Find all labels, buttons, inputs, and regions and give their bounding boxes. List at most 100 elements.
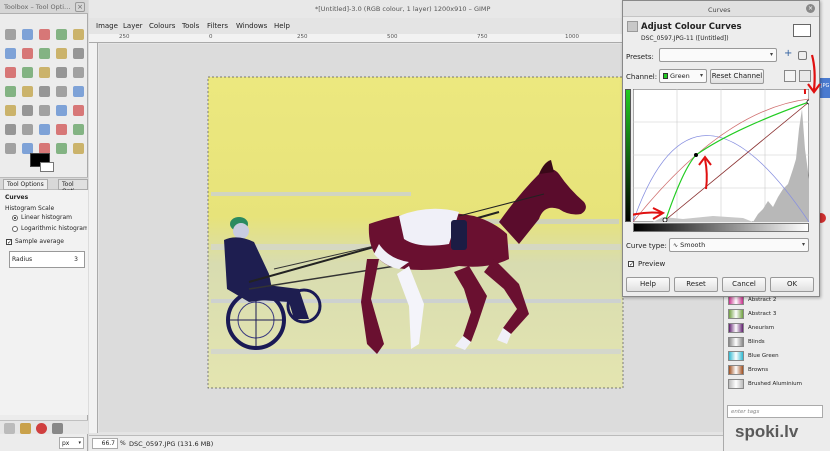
- radius-spinner[interactable]: Radius 3: [9, 251, 85, 268]
- gradient-name: Brushed Aluminium: [748, 381, 803, 387]
- heal-icon[interactable]: [73, 124, 84, 135]
- measure-icon[interactable]: [5, 67, 16, 78]
- ruler-label: 250: [119, 34, 130, 40]
- presets-label: Presets:: [626, 53, 654, 61]
- lasso-icon[interactable]: [39, 29, 50, 40]
- sample-average-checkbox[interactable]: ✓: [6, 239, 12, 246]
- paths-icon[interactable]: [39, 48, 50, 59]
- crop-icon[interactable]: [56, 67, 67, 78]
- log-histogram-radio[interactable]: [12, 226, 18, 232]
- chevron-down-icon: ▾: [801, 241, 805, 248]
- move-icon[interactable]: [22, 67, 33, 78]
- list-item[interactable]: Blinds: [727, 336, 826, 349]
- add-preset-icon[interactable]: +: [784, 48, 792, 59]
- save-options-icon[interactable]: [4, 423, 15, 434]
- channel-label: Channel:: [626, 73, 658, 81]
- align-icon[interactable]: [39, 67, 50, 78]
- curve-graph[interactable]: [624, 58, 812, 223]
- restore-options-icon[interactable]: [20, 423, 31, 434]
- zoom-icon[interactable]: [73, 48, 84, 59]
- eraser-icon[interactable]: [5, 124, 16, 135]
- cage-icon[interactable]: [73, 86, 84, 97]
- channel-combo[interactable]: Green ▾: [659, 69, 707, 83]
- linear-histogram-label: Linear histogram: [21, 214, 72, 221]
- perspective-icon[interactable]: [39, 86, 50, 97]
- tab-tool-options-2[interactable]: Tool Opti…: [58, 179, 88, 195]
- ellipse-select-icon[interactable]: [22, 29, 33, 40]
- color-picker-icon[interactable]: [56, 48, 67, 59]
- dialog-heading: Adjust Colour Curves: [641, 22, 742, 32]
- flip-icon[interactable]: [56, 86, 67, 97]
- gradient-swatch: [728, 351, 744, 361]
- gradient-swatch: [728, 309, 744, 319]
- clone-icon[interactable]: [56, 124, 67, 135]
- scale-icon[interactable]: [5, 86, 16, 97]
- tab-tool-options[interactable]: Tool Options: [3, 179, 48, 190]
- list-item[interactable]: Brushed Aluminium: [727, 378, 826, 391]
- linear-scale-icon[interactable]: [784, 70, 796, 82]
- menu-layer[interactable]: Layer: [123, 22, 143, 30]
- unit-dropdown[interactable]: px ▾: [59, 437, 84, 449]
- linear-histogram-radio[interactable]: [12, 215, 18, 221]
- gradient-name: Abstract 2: [748, 297, 777, 303]
- tool-options-panel: [0, 190, 88, 415]
- foreground-select-icon[interactable]: [22, 48, 33, 59]
- menu-image[interactable]: Image: [96, 22, 118, 30]
- delete-options-icon[interactable]: [36, 423, 47, 434]
- menu-windows[interactable]: Windows: [236, 22, 267, 30]
- reset-button[interactable]: Reset: [674, 277, 718, 292]
- menu-tools[interactable]: Tools: [182, 22, 199, 30]
- help-button[interactable]: Help: [626, 277, 670, 292]
- vertical-ruler[interactable]: [89, 43, 98, 433]
- list-item[interactable]: Blue Green: [727, 350, 826, 363]
- reset-channel-button[interactable]: Reset Channel: [710, 69, 764, 84]
- color-select-icon[interactable]: [73, 29, 84, 40]
- ruler-label: 1000: [565, 34, 579, 40]
- preview-checkbox[interactable]: ✓: [628, 261, 634, 268]
- ink-icon[interactable]: [39, 124, 50, 135]
- curves-dialog: Curves × Adjust Colour Curves DSC_0597.J…: [622, 0, 820, 297]
- presets-combo[interactable]: ▾: [659, 48, 777, 62]
- airbrush-icon[interactable]: [22, 124, 33, 135]
- smooth-curve-icon: ∿: [673, 242, 679, 249]
- blend-icon[interactable]: [39, 105, 50, 116]
- list-item[interactable]: Browns: [727, 364, 826, 377]
- pencil-icon[interactable]: [56, 105, 67, 116]
- tool-options-heading: Curves: [5, 194, 29, 201]
- toolbox-window: Toolbox – Tool Opti… × Tool Options Tool…: [0, 0, 88, 451]
- dodge-burn-icon[interactable]: [73, 143, 84, 154]
- curve-type-combo[interactable]: ∿ Smooth ▾: [669, 238, 809, 252]
- menu-help[interactable]: Help: [274, 22, 290, 30]
- gradient-swatch: [728, 379, 744, 389]
- zoom-field[interactable]: 66.7: [92, 438, 118, 449]
- dialog-subtitle: DSC_0597.JPG-11 ([Untitled]): [641, 35, 729, 42]
- shear-icon[interactable]: [22, 86, 33, 97]
- list-item[interactable]: Aneurism: [727, 322, 826, 335]
- tag-input[interactable]: enter tags: [727, 405, 823, 418]
- curves-window-title: Curves: [708, 6, 731, 14]
- reset-options-icon[interactable]: [52, 423, 63, 434]
- ruler-label: 750: [477, 34, 488, 40]
- close-icon[interactable]: ×: [806, 4, 815, 13]
- gradient-name: Aneurism: [748, 325, 775, 331]
- bucket-fill-icon[interactable]: [22, 105, 33, 116]
- ok-button[interactable]: OK: [770, 277, 814, 292]
- close-icon[interactable]: ×: [75, 2, 85, 12]
- scissors-icon[interactable]: [5, 48, 16, 59]
- toolbox-titlebar[interactable]: Toolbox – Tool Opti… ×: [0, 0, 88, 14]
- text-icon[interactable]: [5, 105, 16, 116]
- cancel-button[interactable]: Cancel: [722, 277, 766, 292]
- rotate-icon[interactable]: [73, 67, 84, 78]
- curve-graph-svg[interactable]: [624, 58, 812, 223]
- perspective-clone-icon[interactable]: [5, 143, 16, 154]
- list-item[interactable]: Abstract 3: [727, 308, 826, 321]
- menu-colours[interactable]: Colours: [149, 22, 175, 30]
- fuzzy-select-icon[interactable]: [56, 29, 67, 40]
- menu-filters[interactable]: Filters: [207, 22, 228, 30]
- rect-select-icon[interactable]: [5, 29, 16, 40]
- curves-titlebar[interactable]: Curves ×: [623, 1, 819, 17]
- dodge-icon[interactable]: [56, 143, 67, 154]
- tool-options-footer: [0, 420, 88, 434]
- paintbrush-icon[interactable]: [73, 105, 84, 116]
- background-color-swatch[interactable]: [40, 162, 54, 172]
